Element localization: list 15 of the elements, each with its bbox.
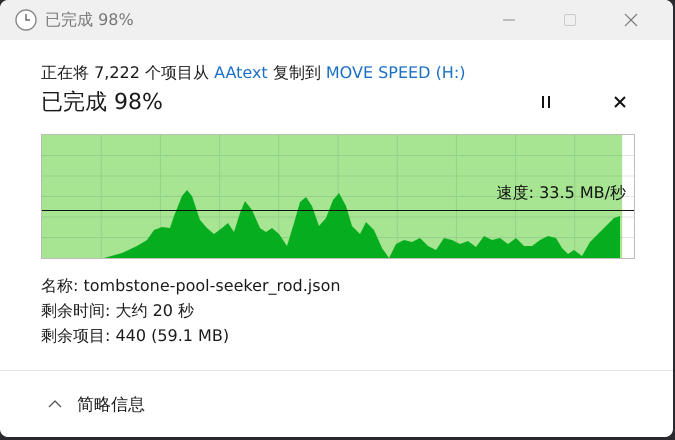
close-icon[interactable]	[624, 13, 638, 27]
copy-description: 正在将 7,222 个项目从 AAtext 复制到 MOVE SPEED (H:)	[41, 62, 466, 84]
cancel-icon[interactable]	[614, 96, 626, 108]
window-title: 已完成 98%	[45, 10, 134, 30]
location-link[interactable]: MOVE SPEED (H:)	[326, 63, 466, 82]
detail-line: 名称: tombstone-pool-seeker_rod.json	[41, 275, 342, 297]
detail-line: 剩余项目: 440 (59.1 MB)	[41, 325, 230, 347]
clock-icon	[15, 9, 37, 31]
pause-icon[interactable]	[541, 96, 551, 108]
minimize-icon[interactable]	[502, 19, 514, 21]
speed-label: 速度: 33.5 MB/秒	[496, 183, 626, 204]
progress-status: 已完成 98%	[41, 89, 164, 117]
detail-line: 剩余时间: 大约 20 秒	[41, 300, 196, 322]
location-link[interactable]: AAtext	[214, 63, 268, 82]
details-toggle[interactable]: 简略信息	[48, 392, 145, 416]
